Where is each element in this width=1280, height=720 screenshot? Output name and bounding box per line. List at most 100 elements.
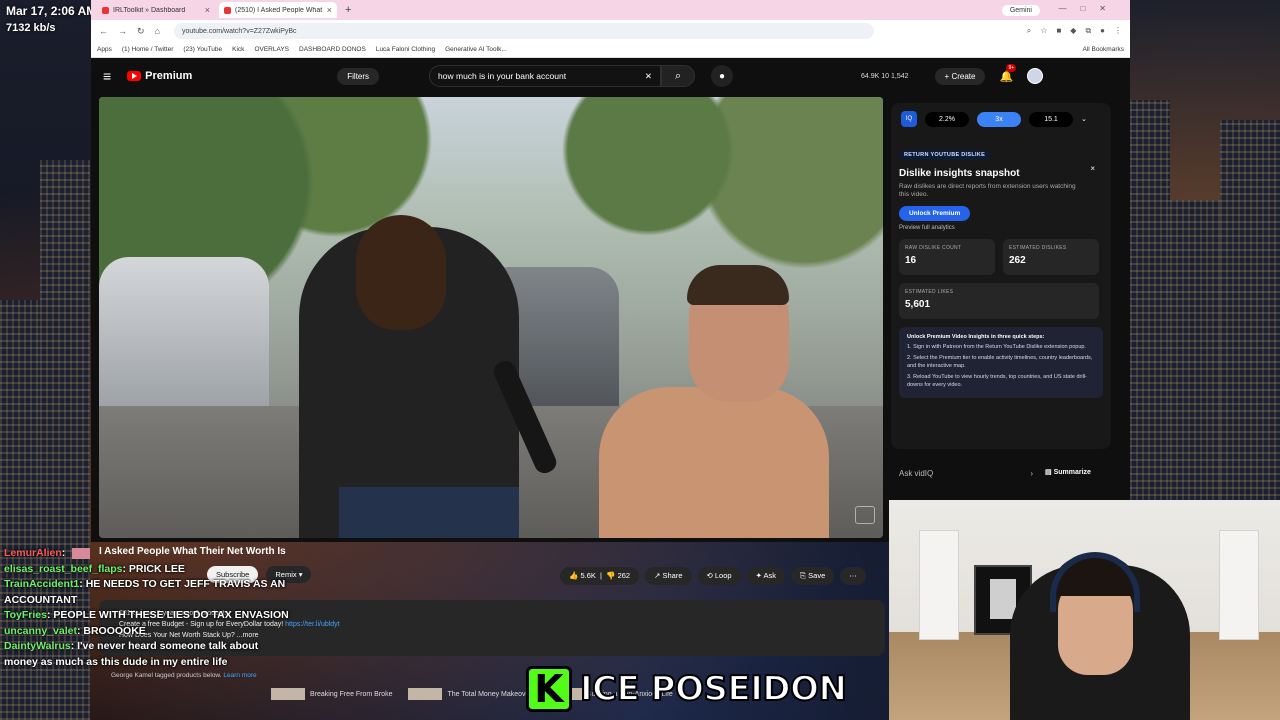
tab-youtube[interactable]: (2510) I Asked People What Their Net Wor… [219,2,337,18]
estimated-likes-card: ESTIMATED LIKES 5,601 [899,283,1099,319]
filters-button[interactable]: Filters [337,67,380,85]
zoom-icon[interactable]: ⌕ [1027,26,1031,36]
reload-icon[interactable]: ↻ [137,26,145,37]
bookmark[interactable]: Luca Faloni Clothing [376,46,435,53]
bookmark[interactable]: Generative AI Toolk... [445,46,507,53]
vidiq-bar: IQ 2.2% 3x 15.1 ⌄ [901,109,1101,129]
preview-analytics: Preview full analytics [899,225,955,231]
ask-vidiq-input[interactable]: Ask vidIQ › [899,464,1033,482]
chat-text: PRICK LEE [128,562,185,575]
bookmark[interactable]: Kick [232,46,244,53]
bookmark[interactable]: OVERLAYS [254,46,289,53]
extension-icon[interactable]: ■ [1056,26,1061,36]
send-icon[interactable]: › [1030,469,1033,478]
bookmark[interactable]: Apps [97,46,112,53]
notifications-button[interactable]: 🔔 9+ [999,63,1017,83]
chat-message: TrainAccident1: HE NEEDS TO GET JEFF TRA… [4,578,286,606]
gemini-button[interactable]: Gemini [1001,4,1040,16]
video-person-woman-skirt [339,487,519,538]
video-player[interactable] [99,97,883,538]
url-field[interactable]: youtube.com/watch?v=Z27ZwkiPyBc [173,23,874,39]
new-tab-button[interactable]: + [345,4,351,16]
bell-icon: 🔔 [999,70,1014,83]
forward-icon[interactable]: → [118,26,127,36]
close-icon[interactable]: × [327,5,332,15]
search-input[interactable]: how much is in your bank account ✕ [429,65,662,87]
bookmark[interactable]: DASHBOARD DONOS [299,46,366,53]
webcam-door [1219,530,1259,640]
kebab-icon[interactable]: ⋮ [1114,26,1122,36]
youtube-icon [224,6,231,14]
chat-overlay: LemurAlien: elisas_roast_beef_flaps: PRI… [4,546,294,670]
chat-user: DaintyWalrus [4,640,71,652]
loop-button[interactable]: ⟲ Loop [697,567,741,585]
extensions-bar: ⌕ ☆ ■ ◆ ⧉ ● ⋮ [1027,26,1122,36]
profile-icon[interactable]: ● [1100,26,1105,36]
ask-button[interactable]: ✦ Ask [746,567,786,585]
close-icon[interactable]: × [1090,164,1095,173]
channel-stats: 64.9K 10 1,542 [861,72,909,80]
close-icon[interactable]: × [205,5,210,15]
estimated-dislikes-card: ESTIMATED DISLIKES 262 [1003,239,1099,275]
channel-watermark[interactable] [855,506,875,524]
window-controls[interactable]: —□✕ [1058,4,1120,13]
video-person-man-hair [687,265,789,305]
bookmark[interactable]: (1) Home / Twitter [122,46,174,53]
chat-message: uncanny_valet: BROOOOKE [4,624,146,637]
vidiq-pill[interactable]: 2.2% [925,111,969,127]
product-item[interactable]: Breaking Free From Broke [271,688,392,700]
youtube-play-icon [127,71,142,81]
step-item: 2. Select the Premium tier to enable act… [907,355,1093,369]
chat-message: LemurAlien: [4,546,294,562]
youtube-logo[interactable]: Premium [127,70,192,82]
puzzle-icon[interactable]: ⧉ [1085,26,1091,36]
voice-search-button[interactable]: ● [711,65,734,87]
chat-text: BROOOOKE [83,624,146,637]
all-bookmarks[interactable]: All Bookmarks [1082,46,1124,53]
clear-search-icon[interactable]: ✕ [645,71,652,82]
search-button[interactable]: ⌕ [661,65,696,87]
premium-steps: Unlock Premium Video Insights in three q… [899,327,1103,398]
ryd-title: Dislike insights snapshot [899,168,1020,179]
gift-icon [72,547,91,559]
unlock-premium-button[interactable]: Unlock Premium [899,206,971,221]
step-item: 1. Sign in with Patreon from the Return … [907,344,1086,350]
avatar[interactable] [1027,68,1044,84]
video-actions: 👍 5.6K | 👎 262 ↗ Share ⟲ Loop ✦ Ask ⎘ Sa… [560,567,866,585]
bookmarks-bar: Apps (1) Home / Twitter (23) YouTube Kic… [91,42,1130,58]
step-item: 3. Reload YouTube to view hourly trends,… [907,374,1087,388]
bookmark[interactable]: (23) YouTube [183,46,222,53]
streamer-name: ICE POSEIDON [579,668,848,710]
streamer-brand: K ICE POSEIDON [526,664,848,714]
stream-bitrate: 7132 kb/s [6,22,56,34]
share-button[interactable]: ↗ Share [645,567,692,585]
vidiq-pill[interactable]: 15.1 [1029,111,1073,127]
product-image [408,688,443,700]
back-icon[interactable]: ← [99,26,108,36]
chat-user: uncanny_valet [4,624,77,637]
star-icon[interactable]: ☆ [1040,26,1047,36]
like-button[interactable]: 👍 5.6K | 👎 262 [560,567,640,585]
learn-more-link[interactable]: Learn more [223,672,256,679]
more-icon[interactable]: ⋯ [840,567,866,585]
vidiq-logo[interactable]: IQ [901,111,917,127]
irltoolkit-icon [102,6,109,14]
address-bar: ← → ↻ ⌂ youtube.com/watch?v=Z27ZwkiPyBc … [91,20,1130,42]
product-item[interactable]: The Total Money Makeover [408,688,532,700]
extension-icon[interactable]: ◆ [1070,26,1076,36]
home-icon[interactable]: ⌂ [155,26,160,36]
chat-message: elisas_roast_beef_flaps: PRICK LEE [4,562,185,575]
vidiq-pill[interactable]: 3x [977,111,1021,127]
hamburger-icon[interactable]: ≡ [103,68,111,84]
notification-badge: 9+ [1006,63,1017,72]
mic-icon: ● [719,70,726,82]
chevron-down-icon[interactable]: ⌄ [1081,115,1087,123]
stream-clock: Mar 17, 2:06 AM [6,4,97,18]
tab-irltoolkit[interactable]: IRLToolkit » Dashboard × [97,2,215,18]
product-image [271,688,305,700]
save-button[interactable]: ⎘ Save [791,567,835,585]
create-button[interactable]: + Create [934,67,986,85]
summarize-button[interactable]: ▤ Summarize [1045,468,1091,476]
ryd-panel: RETURN YOUTUBE DISLIKE × Dislike insight… [899,150,1103,440]
chat-message: ToyFries: PEOPLE WITH THESE LIES DO TAX … [4,609,289,621]
